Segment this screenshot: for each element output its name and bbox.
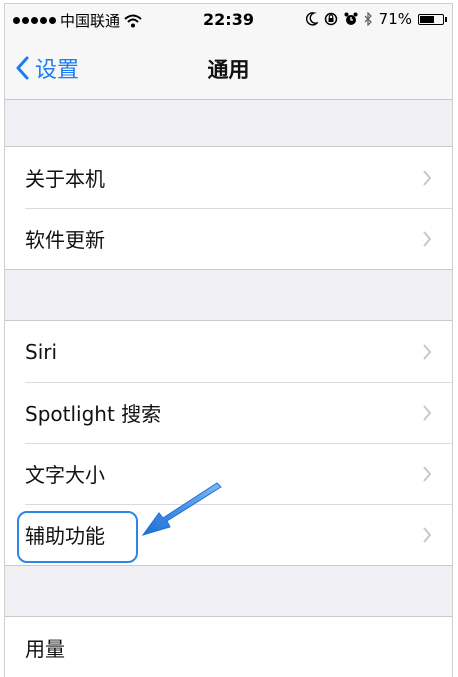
chevron-right-icon [423, 169, 432, 186]
chevron-right-icon [423, 526, 432, 543]
list-item-label: Siri [25, 339, 58, 364]
bluetooth-icon [364, 12, 372, 26]
status-icons: 71% [305, 10, 447, 28]
settings-group-usage: 用量 [5, 616, 452, 677]
list-item-siri[interactable]: Siri [5, 321, 452, 382]
rotation-lock-icon [324, 12, 337, 26]
list-item-label: 用量 [25, 637, 65, 661]
phone-screen: 中国联通 22:39 71% 设置 通用 关于本机 软件更新 Siri Spot… [4, 3, 453, 677]
settings-group-features: Siri Spotlight 搜索 文字大小 辅助功能 [5, 320, 452, 566]
alarm-icon [344, 12, 358, 25]
list-item-software-update[interactable]: 软件更新 [5, 208, 452, 269]
moon-icon [305, 12, 318, 26]
list-item-text-size[interactable]: 文字大小 [5, 443, 452, 504]
battery-percent: 71% [378, 10, 412, 28]
list-item-label: 文字大小 [25, 463, 105, 487]
list-item-label: 软件更新 [25, 228, 105, 252]
chevron-right-icon [423, 465, 432, 482]
chevron-right-icon [423, 404, 432, 421]
chevron-right-icon [423, 230, 432, 247]
settings-group-about: 关于本机 软件更新 [5, 146, 452, 270]
list-item-usage[interactable]: 用量 [5, 617, 452, 677]
list-item-spotlight-search[interactable]: Spotlight 搜索 [5, 382, 452, 443]
list-item-accessibility[interactable]: 辅助功能 [5, 504, 452, 565]
list-item-label: 关于本机 [25, 167, 105, 191]
chevron-right-icon [423, 343, 432, 360]
battery-icon [418, 13, 447, 25]
list-item-label: 辅助功能 [25, 524, 105, 548]
page-title: 通用 [207, 58, 250, 82]
list-item-label: Spotlight 搜索 [25, 402, 162, 426]
list-item-about[interactable]: 关于本机 [5, 147, 452, 208]
status-bar: 中国联通 22:39 71% [5, 4, 452, 34]
battery-level [420, 15, 434, 23]
navigation-bar: 设置 通用 [5, 34, 452, 100]
